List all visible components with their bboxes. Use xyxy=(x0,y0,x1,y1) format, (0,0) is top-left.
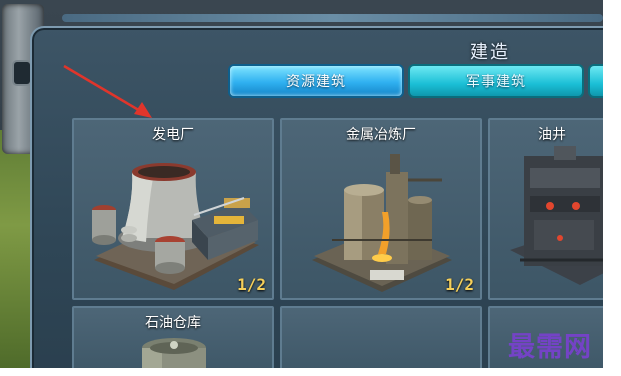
annotation-arrow-icon xyxy=(63,64,152,118)
watermark: 最需网 xyxy=(508,332,592,363)
game-scene: 建造 资源建筑 军事建筑 发电厂 1/2 金属冶炼厂 1/2 油井 石油仓库 最… xyxy=(0,0,603,368)
